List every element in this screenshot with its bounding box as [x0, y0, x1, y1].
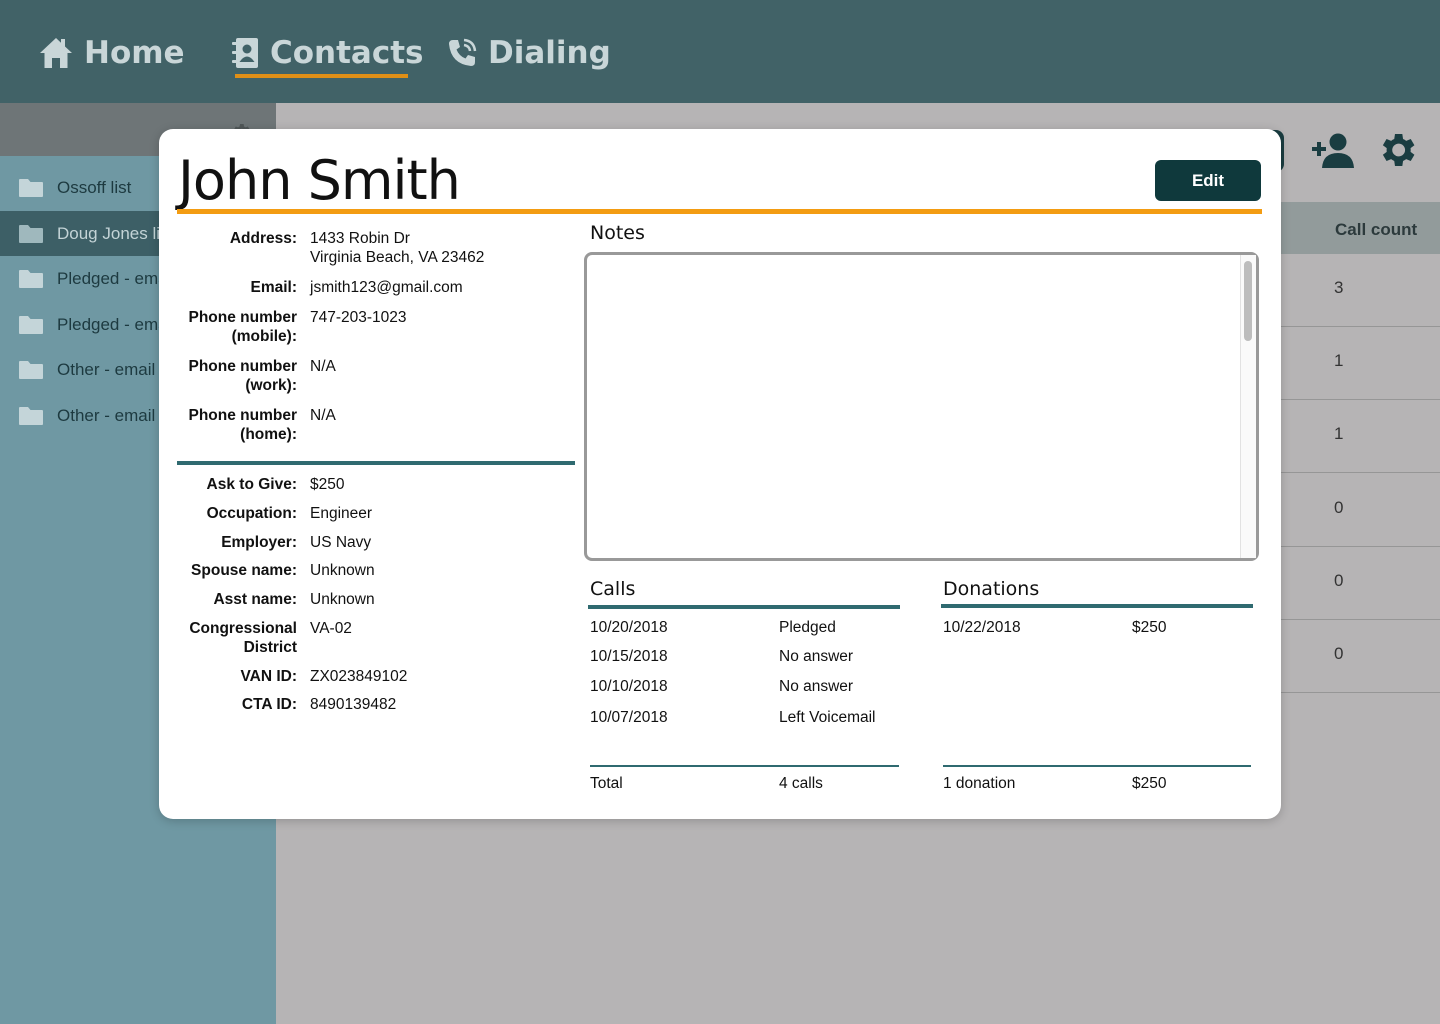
phone-mobile-label: Phone number	[188, 309, 297, 326]
district-label-sub: District	[243, 639, 297, 656]
address-line1: 1433 Robin Dr	[310, 230, 410, 247]
sidebar-item-label: Pledged - email	[57, 314, 176, 334]
notes-heading: Notes	[590, 222, 645, 244]
folder-icon	[19, 179, 43, 197]
phone-home-label: Phone number	[188, 407, 297, 424]
district-label: Congressional	[189, 620, 297, 637]
call-result: Pledged	[779, 619, 836, 636]
add-user-icon[interactable]	[1310, 130, 1356, 170]
sidebar-item-label: Other - email	[57, 405, 156, 425]
calls-header-divider	[588, 605, 900, 609]
call-date: 10/07/2018	[590, 709, 668, 726]
call-count-cell: 3	[1334, 278, 1344, 297]
phone-home-label-sub: (home):	[240, 426, 297, 443]
spouse-label: Spouse name:	[191, 562, 297, 579]
occupation-value: Engineer	[310, 505, 373, 522]
phone-home-value: N/A	[310, 407, 336, 424]
phone-icon	[449, 38, 477, 66]
calls-heading: Calls	[590, 578, 636, 600]
phone-work-label-sub: (work):	[245, 377, 297, 394]
ask-value: $250	[310, 476, 345, 493]
folder-icon	[19, 316, 43, 334]
donations-heading: Donations	[943, 578, 1040, 600]
folder-icon	[19, 225, 43, 243]
employer-label: Employer:	[221, 534, 297, 551]
call-count-cell: 0	[1334, 644, 1344, 663]
van-id-label: VAN ID:	[240, 668, 297, 685]
nav-active-indicator	[235, 74, 408, 78]
folder-icon	[19, 270, 43, 288]
asst-label: Asst name:	[213, 591, 297, 608]
spouse-value: Unknown	[310, 562, 375, 579]
phone-work-value: N/A	[310, 358, 336, 375]
address-line2: Virginia Beach, VA 23462	[310, 249, 485, 266]
calls-total-value: 4 calls	[779, 775, 823, 792]
nav-dialing[interactable]: Dialing	[446, 28, 611, 78]
phone-work-label: Phone number	[188, 358, 297, 375]
call-count-cell: 1	[1334, 424, 1344, 443]
donations-header-divider	[941, 604, 1253, 608]
notes-textarea[interactable]	[584, 252, 1259, 561]
phone-mobile-value: 747-203-1023	[310, 309, 407, 326]
calls-total-divider	[590, 765, 899, 767]
contact-name: John Smith	[178, 149, 461, 212]
donation-date: 10/22/2018	[943, 619, 1021, 636]
call-result: No answer	[779, 648, 854, 665]
donations-total-label: 1 donation	[943, 775, 1016, 792]
nav-contacts[interactable]: Contacts	[230, 28, 424, 78]
settings-icon[interactable]	[1375, 128, 1419, 172]
call-count-cell: 1	[1334, 351, 1344, 370]
cta-id-value: 8490139482	[310, 696, 397, 713]
asst-value: Unknown	[310, 591, 375, 608]
nav-home[interactable]: Home	[38, 28, 185, 78]
cta-id-label: CTA ID:	[241, 696, 297, 713]
notes-scrollbar-thumb[interactable]	[1244, 261, 1252, 341]
notes-scrollbar[interactable]	[1240, 255, 1256, 558]
call-count-cell: 0	[1334, 571, 1344, 590]
home-icon	[40, 38, 72, 68]
donations-total-divider	[943, 765, 1251, 767]
nav-dialing-label: Dialing	[488, 35, 611, 71]
nav-contacts-label: Contacts	[270, 35, 424, 71]
email-label: Email:	[250, 279, 297, 296]
call-date: 10/15/2018	[590, 648, 668, 665]
phone-mobile-label-sub: (mobile):	[231, 328, 297, 345]
occupation-label: Occupation:	[206, 505, 297, 522]
address-label: Address:	[229, 230, 297, 247]
donation-amount: $250	[1132, 619, 1167, 636]
ask-label: Ask to Give:	[206, 476, 297, 493]
info-section-divider	[177, 461, 575, 465]
employer-value: US Navy	[310, 534, 372, 551]
call-date: 10/20/2018	[590, 619, 668, 636]
title-divider	[177, 209, 1262, 214]
column-header-call-count[interactable]: Call count	[1335, 220, 1417, 240]
folder-icon	[19, 361, 43, 379]
edit-button[interactable]: Edit	[1155, 160, 1261, 201]
top-nav: Home Contacts Dialing	[0, 0, 1440, 103]
donations-total-value: $250	[1132, 775, 1167, 792]
calls-total-label: Total	[590, 775, 623, 792]
contact-detail-modal: John Smith Edit Address: 1433 Robin Dr V…	[159, 129, 1281, 819]
call-result: Left Voicemail	[779, 709, 876, 726]
call-count-cell: 0	[1334, 498, 1344, 517]
sidebar-item-label: Pledged - email	[57, 268, 176, 288]
call-result: No answer	[779, 678, 854, 695]
van-id-value: ZX023849102	[310, 668, 408, 685]
nav-home-label: Home	[84, 35, 185, 71]
sidebar-item-label: Ossoff list	[57, 177, 132, 197]
call-date: 10/10/2018	[590, 678, 668, 695]
folder-icon	[19, 407, 43, 425]
address-book-icon	[232, 38, 258, 68]
email-value: jsmith123@gmail.com	[310, 279, 463, 296]
district-value: VA-02	[310, 620, 352, 637]
sidebar-item-label: Doug Jones list	[57, 223, 174, 243]
sidebar-item-label: Other - email	[57, 359, 156, 379]
